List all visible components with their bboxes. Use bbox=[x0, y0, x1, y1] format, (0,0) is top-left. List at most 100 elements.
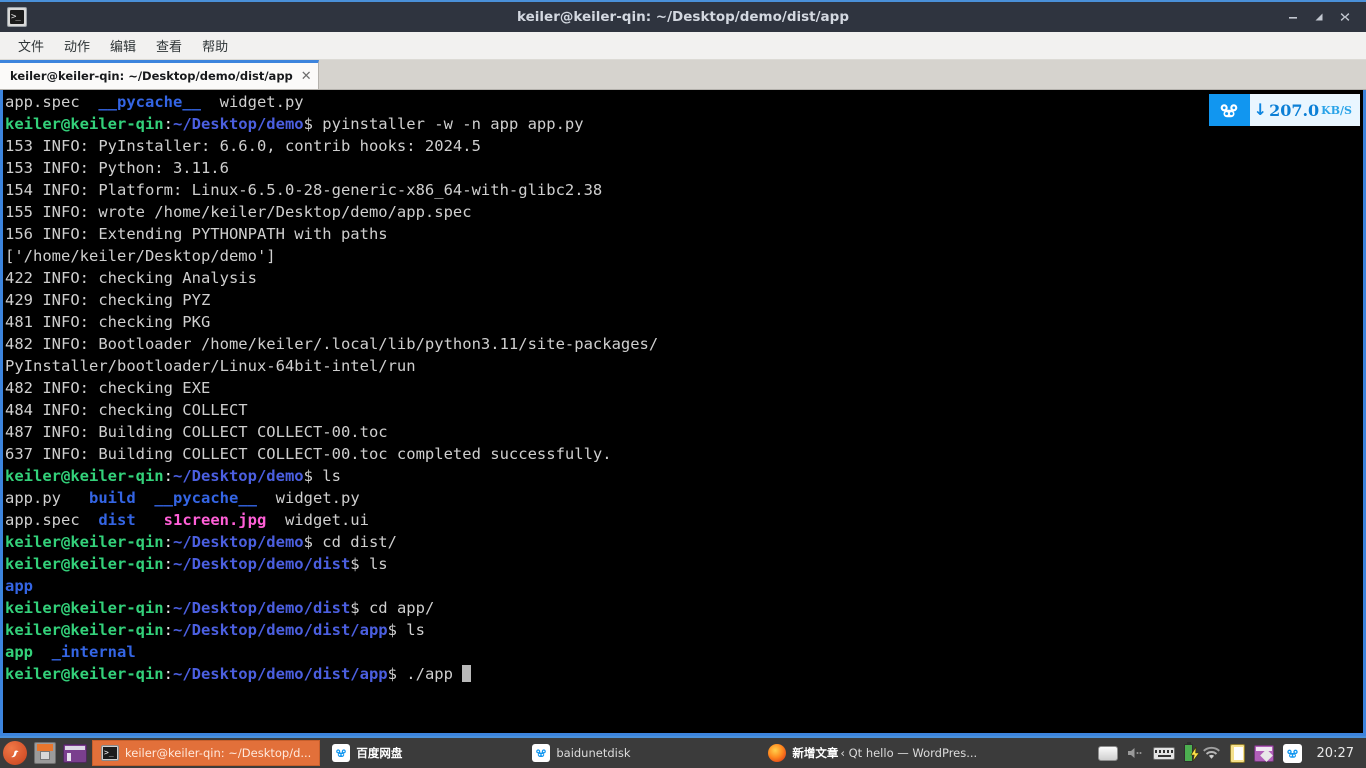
terminal-text: keiler@keiler-qin bbox=[5, 115, 164, 133]
terminal-line: 153 INFO: Python: 3.11.6 bbox=[5, 157, 1363, 179]
terminal-text: keiler@keiler-qin bbox=[5, 621, 164, 639]
wifi-icon[interactable] bbox=[1202, 742, 1221, 764]
terminal-text: dist bbox=[98, 511, 136, 529]
task-button-terminal[interactable]: keiler@keiler-qin: ~/Desktop/d... bbox=[92, 740, 321, 766]
terminal-line: keiler@keiler-qin:~/Desktop/demo$ cd dis… bbox=[5, 531, 1363, 553]
terminal-text: 422 INFO: checking Analysis bbox=[5, 269, 257, 287]
terminal-line: 481 INFO: checking PKG bbox=[5, 311, 1363, 333]
task-label: keiler@keiler-qin: ~/Desktop/d... bbox=[125, 746, 312, 760]
battery-charging-icon[interactable] bbox=[1183, 742, 1200, 764]
firefox-icon bbox=[768, 744, 787, 762]
terminal-line: app _internal bbox=[5, 641, 1363, 663]
terminal-text: 154 INFO: Platform: Linux-6.5.0-28-gener… bbox=[5, 181, 603, 199]
terminal-text: ~/Desktop/demo/dist/app bbox=[172, 665, 388, 683]
terminal-text: : bbox=[163, 665, 173, 683]
terminal-line: app.spec __pycache__ widget.py bbox=[5, 91, 1363, 113]
terminal-line: keiler@keiler-qin:~/Desktop/demo/dist$ l… bbox=[5, 553, 1363, 575]
terminal-line: app bbox=[5, 575, 1363, 597]
task-button-firefox[interactable]: 新增文章 ‹ Qt hello — WordPres... bbox=[760, 740, 985, 766]
keyboard-icon[interactable] bbox=[1152, 742, 1175, 764]
menu-item-view[interactable]: 查看 bbox=[146, 33, 192, 58]
baidu-netdisk-tray-icon[interactable] bbox=[1282, 742, 1302, 764]
menu-item-help[interactable]: 帮助 bbox=[192, 33, 238, 58]
terminal-text: __pycache__ bbox=[98, 93, 201, 111]
terminal-text: 156 INFO: Extending PYTHONPATH with path… bbox=[5, 225, 388, 243]
terminal-text: $ ls bbox=[387, 621, 425, 639]
terminal-line: keiler@keiler-qin:~/Desktop/demo$ pyinst… bbox=[5, 113, 1363, 135]
file-manager-button[interactable] bbox=[30, 738, 60, 768]
terminal-text: ~/Desktop/demo bbox=[172, 533, 304, 551]
terminal-text: widget.py bbox=[257, 489, 360, 507]
terminal-line: 153 INFO: PyInstaller: 6.6.0, contrib ho… bbox=[5, 135, 1363, 157]
title-bar[interactable]: keiler@keiler-qin: ~/Desktop/demo/dist/a… bbox=[0, 0, 1366, 32]
baidu-netdisk-icon bbox=[532, 744, 551, 762]
terminal-text: : bbox=[163, 599, 173, 617]
terminal-output-area[interactable]: app.spec __pycache__ widget.py keiler@kei… bbox=[0, 90, 1366, 736]
terminal-text: keiler@keiler-qin bbox=[5, 533, 164, 551]
system-tray: 20:27 bbox=[1097, 742, 1366, 764]
terminal-line: keiler@keiler-qin:~/Desktop/demo/dist/ap… bbox=[5, 663, 1363, 685]
terminal-text: app bbox=[5, 643, 33, 661]
close-button[interactable] bbox=[1332, 4, 1358, 30]
terminal-line: 429 INFO: checking PYZ bbox=[5, 289, 1363, 311]
terminal-text: keiler@keiler-qin bbox=[5, 555, 164, 573]
terminal-text: 155 INFO: wrote /home/keiler/Desktop/dem… bbox=[5, 203, 472, 221]
file-cabinet-icon bbox=[34, 742, 56, 764]
terminal-text: keiler@keiler-qin bbox=[5, 599, 164, 617]
terminal-text: 153 INFO: PyInstaller: 6.6.0, contrib ho… bbox=[5, 137, 481, 155]
terminal-text: ~/Desktop/demo/dist/app bbox=[172, 621, 388, 639]
terminal-line: 422 INFO: checking Analysis bbox=[5, 267, 1363, 289]
clipboard-icon[interactable] bbox=[1229, 742, 1245, 764]
terminal-text: 637 INFO: Building COLLECT COLLECT-00.to… bbox=[5, 445, 612, 463]
disk-icon[interactable] bbox=[1097, 742, 1118, 764]
tab-terminal-session[interactable]: keiler@keiler-qin: ~/Desktop/demo/dist/a… bbox=[0, 60, 319, 89]
start-menu-button[interactable] bbox=[0, 738, 30, 768]
terminal-text: ~/Desktop/demo/dist bbox=[172, 599, 351, 617]
terminal-text: 482 INFO: Bootloader /home/keiler/.local… bbox=[5, 335, 659, 353]
volume-muted-icon[interactable] bbox=[1127, 742, 1144, 764]
terminal-line: 487 INFO: Building COLLECT COLLECT-00.to… bbox=[5, 421, 1363, 443]
terminal-text: 481 INFO: checking PKG bbox=[5, 313, 211, 331]
terminal-text: 482 INFO: checking EXE bbox=[5, 379, 211, 397]
terminal-text: app bbox=[5, 577, 33, 595]
baidu-netdisk-icon bbox=[332, 744, 351, 762]
terminal-text: : bbox=[163, 555, 173, 573]
download-arrow-icon: ↓ bbox=[1253, 100, 1268, 119]
terminal-text: ['/home/keiler/Desktop/demo'] bbox=[5, 247, 276, 265]
netdisk-speed-widget[interactable]: ↓ 207.0 KB/S bbox=[1208, 94, 1360, 126]
maximize-button[interactable] bbox=[1306, 4, 1332, 30]
tab-label: keiler@keiler-qin: ~/Desktop/demo/dist/a… bbox=[10, 69, 293, 83]
terminal-text: ~/Desktop/demo/dist bbox=[172, 555, 351, 573]
terminal-line: 482 INFO: checking EXE bbox=[5, 377, 1363, 399]
window-title: keiler@keiler-qin: ~/Desktop/demo/dist/a… bbox=[517, 9, 849, 25]
taskbar: keiler@keiler-qin: ~/Desktop/d... 百度网盘 bbox=[0, 736, 1366, 768]
task-label: baidunetdisk bbox=[556, 746, 631, 760]
terminal-line: ['/home/keiler/Desktop/demo'] bbox=[5, 245, 1363, 267]
clock[interactable]: 20:27 bbox=[1311, 746, 1356, 761]
minimize-button[interactable] bbox=[1280, 4, 1306, 30]
terminal-text: 484 INFO: checking COLLECT bbox=[5, 401, 248, 419]
terminal-line: 154 INFO: Platform: Linux-6.5.0-28-gener… bbox=[5, 179, 1363, 201]
menu-item-file[interactable]: 文件 bbox=[8, 33, 54, 58]
baidu-netdisk-icon bbox=[1208, 94, 1250, 126]
workspace-switcher-button[interactable] bbox=[60, 738, 90, 768]
task-button-baidunetdisk[interactable]: baidunetdisk bbox=[524, 740, 684, 766]
screenshot-icon[interactable] bbox=[1253, 742, 1274, 764]
menu-item-actions[interactable]: 动作 bbox=[54, 33, 100, 58]
menu-item-edit[interactable]: 编辑 bbox=[100, 33, 146, 58]
terminal-text: app.spec bbox=[5, 511, 99, 529]
terminal-line: 637 INFO: Building COLLECT COLLECT-00.to… bbox=[5, 443, 1363, 465]
close-icon[interactable]: ✕ bbox=[301, 70, 312, 83]
terminal-text: 153 INFO: Python: 3.11.6 bbox=[5, 159, 229, 177]
terminal-text: build bbox=[89, 489, 136, 507]
terminal-text: $ pyinstaller -w -n app app.py bbox=[303, 115, 584, 133]
terminal-line: keiler@keiler-qin:~/Desktop/demo$ ls bbox=[5, 465, 1363, 487]
download-speed-value: 207.0 bbox=[1269, 100, 1320, 120]
terminal-text: 429 INFO: checking PYZ bbox=[5, 291, 211, 309]
terminal-cursor bbox=[462, 665, 472, 682]
task-label-bold: 新增文章 bbox=[792, 746, 839, 760]
task-button-baidu-netdisk-cn[interactable]: 百度网盘 bbox=[324, 740, 464, 766]
terminal-text: $ ./app bbox=[387, 665, 463, 683]
